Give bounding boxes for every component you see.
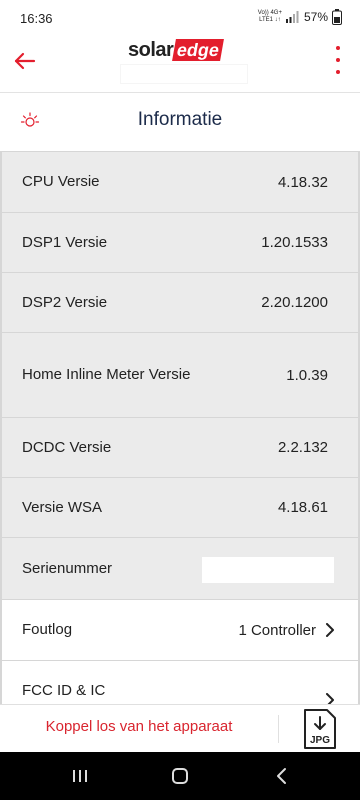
row-label: Home Inline Meter Versie	[22, 366, 191, 383]
row-value: 4.18.61	[277, 499, 328, 516]
list-item-dsp2-version: DSP2 Versie 2.20.1200	[0, 272, 360, 332]
list-item-error-log[interactable]: Foutlog 1 Controller	[0, 599, 360, 660]
info-list: CPU Versie 4.18.32 DSP1 Versie 1.20.1533…	[0, 151, 360, 707]
row-label: CPU Versie	[22, 173, 100, 190]
list-item-serial-number: Serienummer	[0, 537, 360, 599]
list-item-meter-version: Home Inline Meter Versie 1.0.39	[0, 332, 360, 417]
row-label: DCDC Versie	[22, 438, 112, 456]
list-item-cpu-version: CPU Versie 4.18.32	[0, 151, 360, 212]
status-bar: 16:36 Vo)) 4G+ LTE1 ↓↑ 57%	[0, 0, 360, 36]
battery-percent: 57%	[303, 10, 328, 24]
solaredge-logo: solar edge	[128, 38, 225, 62]
bottom-divider	[278, 715, 279, 743]
list-item-dcdc-version: DCDC Versie 2.2.132	[0, 417, 360, 477]
arrow-left-icon[interactable]	[12, 48, 38, 74]
row-value: 2.2.132	[277, 439, 328, 456]
bottom-action-bar: Koppel los van het apparaat JPG	[0, 704, 360, 752]
chevron-right-icon	[326, 623, 334, 637]
serial-number-redacted	[202, 557, 334, 583]
row-label: DSP1 Versie	[22, 233, 108, 251]
network-line-2: LTE1 ↓↑	[259, 17, 281, 23]
row-value: 1.0.39	[286, 366, 328, 384]
status-icons: Vo)) 4G+ LTE1 ↓↑ 57%	[258, 9, 342, 25]
nav-back-icon[interactable]	[272, 766, 292, 786]
row-label: Serienummer	[22, 559, 113, 577]
app-bar: solar edge	[0, 36, 360, 90]
home-icon[interactable]	[170, 766, 190, 786]
row-label: FCC ID & IC	[22, 682, 106, 699]
row-value: 2.20.1200	[261, 294, 328, 311]
list-item-dsp1-version: DSP1 Versie 1.20.1533	[0, 212, 360, 272]
row-value: 4.18.32	[277, 173, 328, 191]
recents-icon[interactable]	[70, 766, 90, 786]
status-time: 16:36	[20, 11, 53, 26]
disconnect-button[interactable]: Koppel los van het apparaat	[0, 718, 278, 735]
row-label: DSP2 Versie	[22, 293, 108, 311]
list-item-wsa-version: Versie WSA 4.18.61	[0, 477, 360, 537]
page-title: Informatie	[137, 109, 223, 130]
battery-icon	[332, 9, 342, 25]
jpg-label: JPG	[310, 735, 330, 746]
download-jpg-icon[interactable]: JPG	[302, 708, 338, 750]
list-item-fcc-id[interactable]: FCC ID & IC	[0, 660, 360, 707]
row-label: Foutlog	[22, 621, 73, 638]
signal-icon	[285, 11, 299, 23]
network-indicator: Vo)) 4G+ LTE1 ↓↑	[258, 10, 282, 24]
row-value: 1.20.1533	[261, 234, 328, 251]
network-line-1: Vo)) 4G+	[257, 10, 282, 16]
row-value: 1 Controller	[238, 621, 316, 639]
more-vertical-icon[interactable]	[334, 46, 342, 74]
row-label: Versie WSA	[22, 498, 103, 516]
site-name-redacted	[120, 64, 248, 84]
section-header: Informatie	[0, 93, 360, 151]
system-nav-bar	[0, 752, 360, 800]
